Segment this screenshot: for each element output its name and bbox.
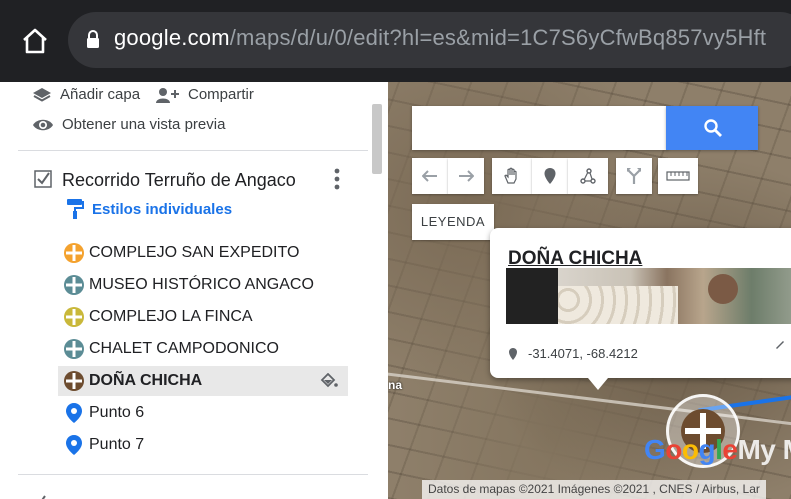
map-search-input[interactable] [412, 106, 668, 150]
paint-bucket-icon[interactable] [320, 373, 338, 389]
next-layer-header [30, 490, 370, 499]
panel-divider [18, 150, 368, 151]
lock-icon [86, 29, 100, 49]
redo-button[interactable] [448, 158, 484, 194]
add-marker-button[interactable] [532, 158, 568, 194]
layer-checkbox[interactable] [30, 493, 48, 499]
photo-knit-texture [558, 286, 678, 324]
pin-icon [544, 168, 556, 184]
coordinates-text: -31.4071, -68.4212 [528, 346, 638, 361]
watermark-letter: o [665, 434, 682, 465]
feature-label: DOÑA CHICHA [89, 372, 203, 389]
edit-icon[interactable] [774, 338, 786, 350]
feature-punto-6[interactable]: Punto 6 [58, 398, 348, 428]
share-label: Compartir [188, 86, 254, 103]
blue-pin-icon [66, 403, 82, 423]
url-text: google.com/maps/d/u/0/edit?hl=es&mid=1C7… [114, 25, 766, 51]
feature-label: MUSEO HISTÓRICO ANGACO [89, 276, 314, 293]
feature-label: CHALET CAMPODONICO [89, 340, 279, 357]
individual-styles-link[interactable]: Estilos individuales [66, 198, 232, 220]
watermark-letter: e [722, 434, 738, 465]
url-path: /maps/d/u/0/edit?hl=es&mid=1C7S6yCfwBq85… [229, 25, 767, 50]
watermark-letter: g [698, 434, 716, 465]
home-icon[interactable] [20, 26, 50, 56]
preview-button[interactable]: Obtener una vista previa [32, 116, 225, 133]
pin-icon [509, 347, 517, 360]
address-bar[interactable]: google.com/maps/d/u/0/edit?hl=es&mid=1C7… [68, 12, 791, 68]
measure-button[interactable] [658, 158, 698, 194]
feature-chalet-campodonico[interactable]: CHALET CAMPODONICO [58, 334, 348, 364]
undo-button[interactable] [412, 158, 448, 194]
watermark-letter: G [644, 434, 666, 465]
undo-icon [422, 170, 437, 182]
search-button[interactable] [666, 106, 758, 150]
feature-complejo-la-finca[interactable]: COMPLEJO LA FINCA [58, 302, 348, 332]
paint-roller-icon [67, 199, 84, 219]
redo-icon [459, 170, 474, 182]
panel-divider [18, 474, 368, 475]
feature-label: Punto 7 [89, 436, 145, 453]
add-person-icon [156, 87, 179, 103]
directions-button[interactable] [616, 158, 652, 194]
eye-icon [33, 119, 53, 130]
hand-icon [504, 167, 517, 184]
olive-circle-icon [64, 307, 84, 327]
info-card-coordinates: -31.4071, -68.4212 [508, 346, 638, 361]
map-place-label: na [388, 378, 403, 392]
feature-dona-chicha[interactable]: DOÑA CHICHA [58, 366, 348, 396]
share-button[interactable]: Compartir [156, 86, 254, 103]
map-attribution[interactable]: Datos de mapas ©2021 Imágenes ©2021 , CN… [422, 480, 766, 499]
url-host: google.com [114, 25, 230, 50]
watermark-text: My M [737, 434, 791, 465]
panel-actions: Añadir capa Compartir Obtener una vista … [0, 82, 370, 150]
map-canvas[interactable]: na LEYENDA DOÑA CHICHA -31.4071, -68.421… [388, 82, 791, 499]
layer-header: Recorrido Terruño de Angaco [0, 162, 370, 198]
feature-complejo-san-expedito[interactable]: COMPLEJO SAN EXPEDITO [58, 238, 348, 268]
photo-person [708, 274, 738, 304]
info-card: DOÑA CHICHA -31.4071, -68.4212 [490, 228, 791, 378]
feature-museo-historico-angaco[interactable]: MUSEO HISTÓRICO ANGACO [58, 270, 348, 300]
draw-line-button[interactable] [568, 158, 608, 194]
info-card-photo-thumb[interactable] [506, 268, 558, 324]
directions-icon [627, 168, 641, 184]
feature-punto-7[interactable]: Punto 7 [58, 430, 348, 460]
feature-label: COMPLEJO SAN EXPEDITO [89, 244, 300, 261]
info-card-photo[interactable] [558, 268, 791, 324]
info-card-title: DOÑA CHICHA [508, 248, 643, 269]
orange-circle-icon [64, 243, 84, 263]
feature-label: COMPLEJO LA FINCA [89, 308, 253, 325]
layers-panel: Añadir capa Compartir Obtener una vista … [0, 82, 388, 499]
draw-line-icon [580, 168, 596, 184]
layer-options-icon[interactable] [330, 166, 344, 192]
layers-icon [33, 87, 51, 102]
layer-title[interactable]: Recorrido Terruño de Angaco [62, 170, 296, 191]
preview-label: Obtener una vista previa [62, 116, 226, 133]
pan-tool-button[interactable] [492, 158, 532, 194]
panel-scrollbar[interactable] [372, 104, 382, 174]
teal-circle-icon [64, 339, 84, 359]
add-layer-button[interactable]: Añadir capa [32, 86, 140, 103]
ruler-icon [666, 171, 690, 181]
teal-circle-icon [64, 275, 84, 295]
legend-button[interactable]: LEYENDA [412, 204, 494, 240]
blue-pin-icon [66, 435, 82, 455]
add-layer-label: Añadir capa [60, 86, 141, 103]
layer-checkbox[interactable] [34, 170, 52, 188]
browser-toolbar: google.com/maps/d/u/0/edit?hl=es&mid=1C7… [0, 0, 791, 82]
watermark-letter: o [681, 434, 699, 465]
brown-circle-icon [64, 371, 84, 391]
google-my-maps-watermark: GoogleMy M [644, 434, 791, 466]
search-icon [704, 119, 722, 137]
individual-styles-label: Estilos individuales [92, 200, 233, 218]
feature-label: Punto 6 [89, 404, 145, 421]
info-card-pointer [588, 378, 608, 390]
